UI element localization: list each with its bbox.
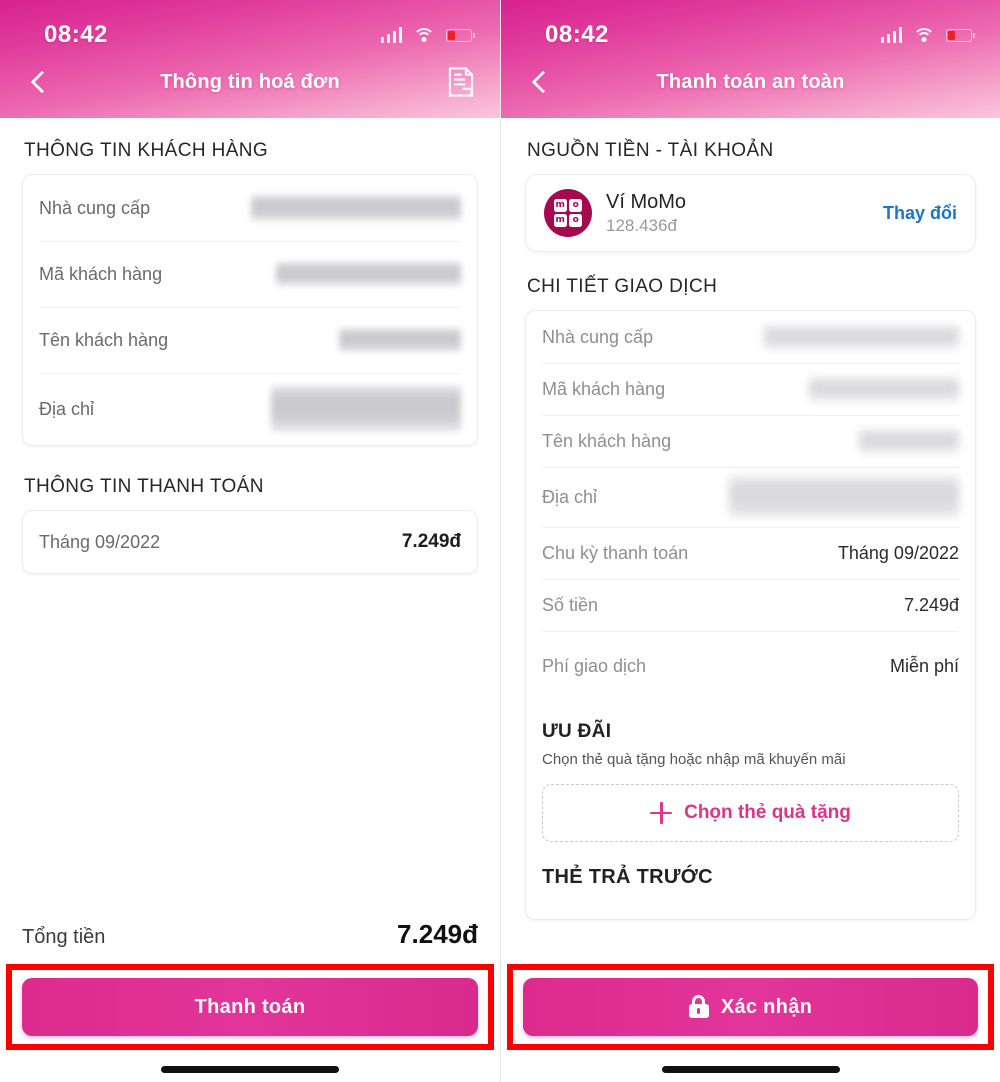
dual-screenshot-stage: 08:42 Thông tin hoá đơn THÔNG TIN KHÁCH … — [0, 0, 1000, 1082]
left-nav-bar: Thông tin hoá đơn — [0, 52, 500, 112]
total-amount: 7.249đ — [397, 919, 478, 949]
payment-info-card: Tháng 09/2022 7.249đ — [22, 510, 478, 574]
source-section-title: NGUỒN TIỀN - TÀI KHOẢN — [527, 140, 774, 161]
highlight-box: Thanh toán — [6, 964, 494, 1050]
right-header: 08:42 Thanh toán an toàn — [501, 0, 1000, 118]
home-indicator — [0, 1056, 500, 1082]
wifi-icon — [413, 27, 435, 43]
table-row: Tên khách hàng — [39, 307, 461, 373]
table-row: Tháng 09/2022 7.249đ — [39, 511, 461, 573]
redacted-value — [251, 195, 461, 221]
right-nav-bar: Thanh toán an toàn — [501, 52, 1000, 112]
highlight-box: Xác nhận — [507, 964, 994, 1050]
row-value: Tháng 09/2022 — [837, 542, 959, 563]
wallet-card[interactable]: momo Ví MoMo 128.436đ Thay đổi — [525, 174, 976, 252]
right-cta-wrap: Xác nhận — [501, 958, 1000, 1056]
table-row: Tên khách hàng — [542, 415, 959, 467]
redacted-value — [859, 429, 959, 453]
right-body: NGUỒN TIỀN - TÀI KHOẢN momo Ví MoMo 128.… — [501, 118, 1000, 1082]
table-row: Số tiền 7.249đ — [542, 579, 959, 631]
customer-section-title: THÔNG TIN KHÁCH HÀNG — [24, 140, 269, 161]
wallet-text: Ví MoMo 128.436đ — [606, 191, 869, 236]
pay-button[interactable]: Thanh toán — [22, 978, 478, 1036]
right-status-bar: 08:42 — [501, 0, 1000, 52]
transaction-detail-card: Nhà cung cấp Mã khách hàng Tên khách hàn… — [525, 310, 976, 920]
wifi-icon — [913, 27, 935, 43]
momo-logo-icon: momo — [544, 189, 592, 237]
status-icons — [880, 27, 975, 43]
promo-section: ƯU ĐÃI Chọn thẻ quà tặng hoặc nhập mã kh… — [542, 701, 959, 842]
row-label: Địa chỉ — [542, 486, 598, 507]
redacted-value — [729, 476, 959, 518]
total-row: Tổng tiền 7.249đ — [0, 919, 500, 958]
table-row: Phí giao dịch Miễn phí — [542, 631, 959, 701]
status-clock: 08:42 — [545, 21, 609, 48]
promo-title: ƯU ĐÃI — [542, 721, 612, 742]
back-chevron-icon[interactable] — [22, 65, 56, 99]
row-label: Nhà cung cấp — [39, 197, 151, 218]
customer-info-card: Nhà cung cấp Mã khách hàng Tên khách hàn… — [22, 174, 478, 446]
promo-subtitle: Chọn thẻ quà tặng hoặc nhập mã khuyến mã… — [542, 751, 846, 768]
table-row: Mã khách hàng — [39, 241, 461, 307]
row-value: Miễn phí — [889, 655, 959, 676]
change-source-button[interactable]: Thay đổi — [883, 203, 957, 224]
lock-icon — [688, 995, 709, 1019]
left-header: 08:42 Thông tin hoá đơn — [0, 0, 500, 118]
redacted-value — [339, 328, 461, 352]
row-label: Tên khách hàng — [542, 430, 672, 451]
select-gift-card-label: Chọn thẻ quà tặng — [684, 802, 851, 823]
battery-low-icon — [446, 28, 475, 42]
row-label: Tên khách hàng — [39, 329, 169, 350]
right-phone-screen: 08:42 Thanh toán an toàn NGUỒN TIỀN - TÀ… — [500, 0, 1000, 1082]
table-row: Địa chỉ — [39, 373, 461, 445]
table-row: Địa chỉ — [542, 467, 959, 527]
redacted-value — [276, 262, 461, 286]
signal-icon — [880, 27, 902, 43]
right-bottom-bar: Xác nhận — [501, 958, 1000, 1082]
back-chevron-icon[interactable] — [523, 65, 557, 99]
total-label: Tổng tiền — [22, 926, 106, 948]
left-status-bar: 08:42 — [0, 0, 500, 52]
plus-icon — [650, 802, 673, 824]
row-label: Mã khách hàng — [39, 263, 163, 284]
billing-period-label: Tháng 09/2022 — [39, 531, 161, 552]
wallet-name: Ví MoMo — [606, 190, 687, 213]
table-row: Mã khách hàng — [542, 363, 959, 415]
prepaid-section-title: THẺ TRẢ TRƯỚC — [542, 866, 713, 888]
confirm-button[interactable]: Xác nhận — [523, 978, 978, 1036]
page-title: Thanh toán an toàn — [656, 70, 845, 93]
table-row: Nhà cung cấp — [39, 175, 461, 241]
status-icons — [380, 27, 475, 43]
table-row: Chu kỳ thanh toán Tháng 09/2022 — [542, 527, 959, 579]
signal-icon — [380, 27, 402, 43]
left-cta-wrap: Thanh toán — [0, 958, 500, 1056]
redacted-value — [764, 325, 959, 349]
redacted-value — [809, 377, 959, 401]
row-label: Mã khách hàng — [542, 378, 666, 399]
left-bottom-bar: Tổng tiền 7.249đ Thanh toán — [0, 919, 500, 1082]
battery-low-icon — [946, 28, 975, 42]
billing-period-amount: 7.249đ — [401, 531, 461, 552]
row-label: Số tiền — [542, 594, 599, 615]
left-body: THÔNG TIN KHÁCH HÀNG Nhà cung cấp Mã khá… — [0, 118, 500, 1082]
row-label: Chu kỳ thanh toán — [542, 542, 689, 563]
table-row: Nhà cung cấp — [542, 311, 959, 363]
row-label: Phí giao dịch — [542, 655, 647, 676]
status-clock: 08:42 — [44, 21, 108, 48]
invoice-document-icon[interactable] — [444, 65, 478, 99]
row-label: Địa chỉ — [39, 398, 95, 419]
left-phone-screen: 08:42 Thông tin hoá đơn THÔNG TIN KHÁCH … — [0, 0, 500, 1082]
confirm-button-label: Xác nhận — [720, 995, 813, 1018]
detail-section-title: CHI TIẾT GIAO DỊCH — [527, 276, 718, 297]
redacted-value — [271, 386, 461, 432]
home-indicator — [501, 1056, 1000, 1082]
row-label: Nhà cung cấp — [542, 326, 654, 347]
row-value: 7.249đ — [903, 594, 959, 615]
select-gift-card-button[interactable]: Chọn thẻ quà tặng — [542, 784, 959, 842]
payment-section-title: THÔNG TIN THANH TOÁN — [24, 476, 264, 497]
page-title: Thông tin hoá đơn — [160, 70, 340, 93]
wallet-balance: 128.436đ — [606, 215, 677, 235]
